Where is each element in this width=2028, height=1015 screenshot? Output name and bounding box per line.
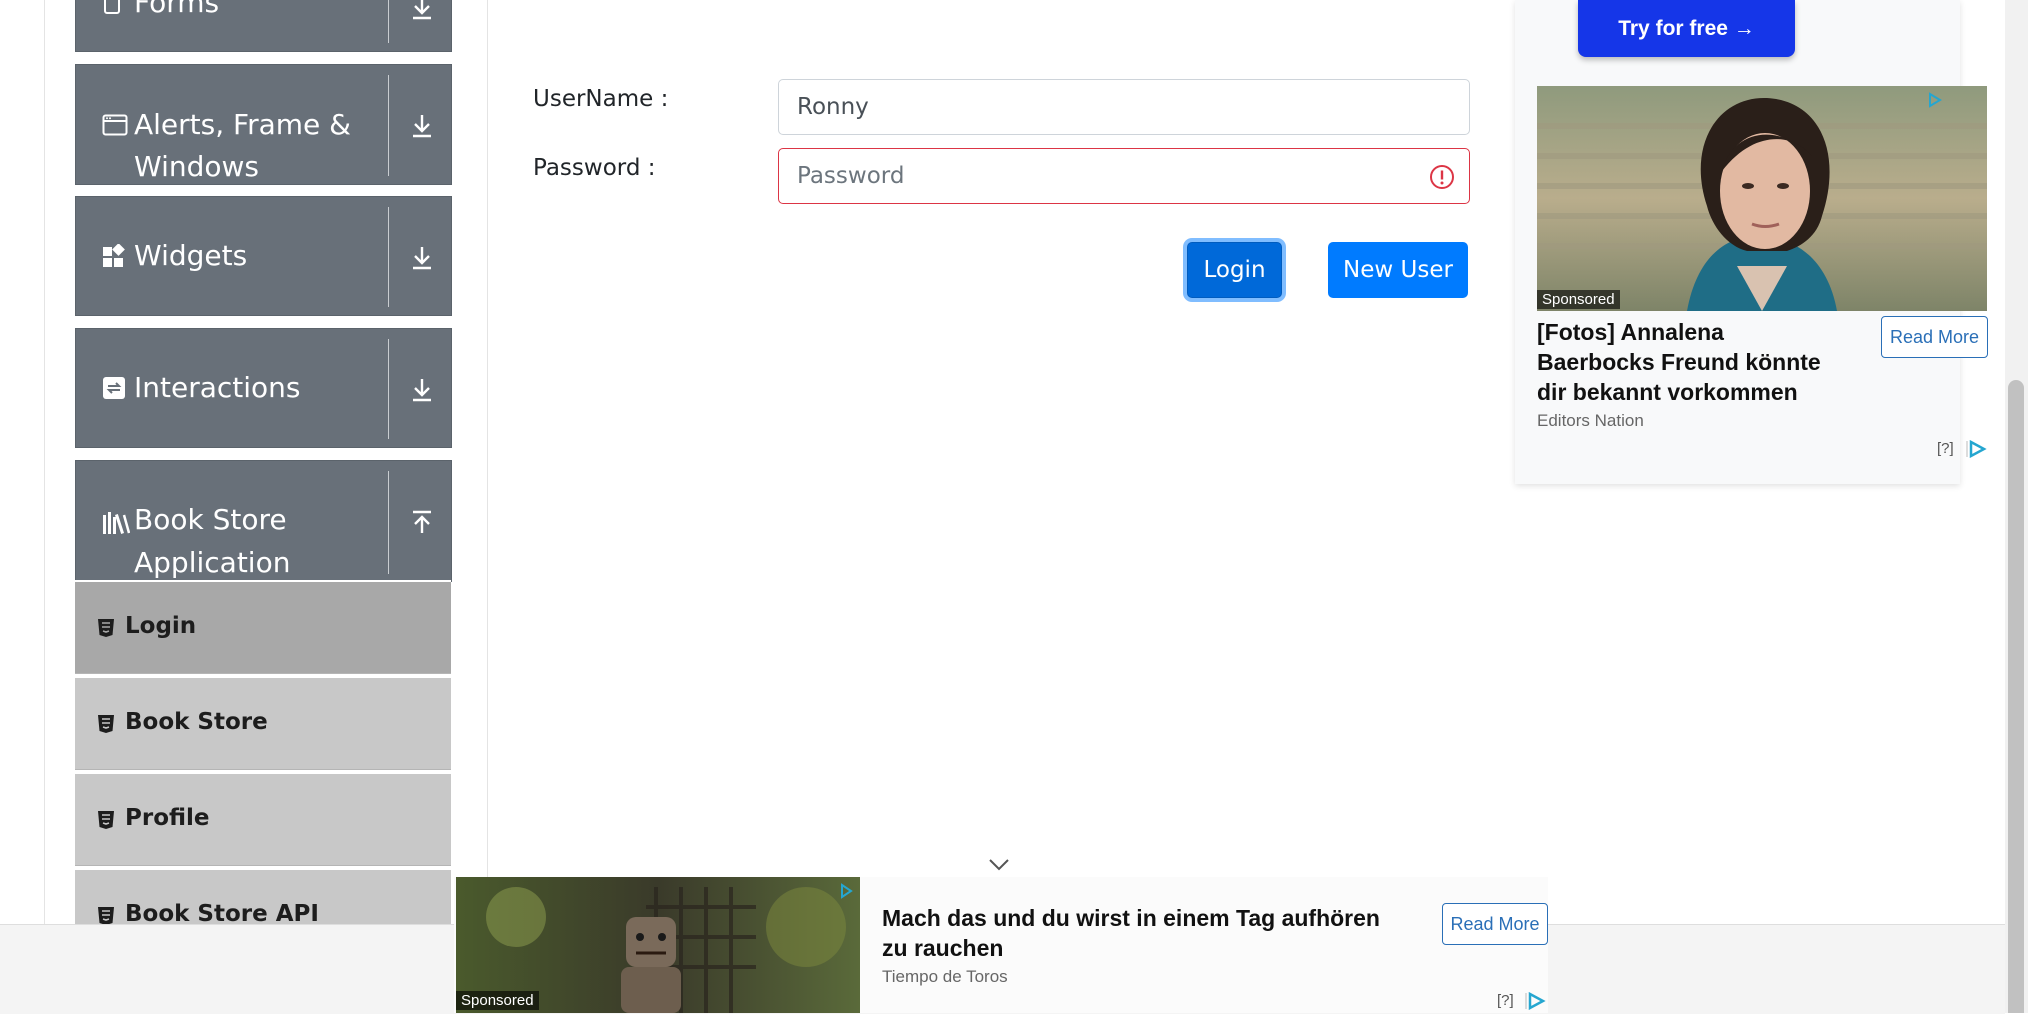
widgets-icon xyxy=(102,243,128,270)
download-arrow-icon[interactable] xyxy=(407,0,437,23)
group-title-line2: Windows xyxy=(134,150,259,183)
read-more-button[interactable]: Read More xyxy=(1881,316,1988,358)
group-divider xyxy=(388,207,389,307)
ad-info-link[interactable]: [?] xyxy=(1937,440,1954,457)
sidebar-border-right xyxy=(487,0,488,924)
group-title: Widgets xyxy=(134,239,248,272)
group-title: Interactions xyxy=(134,371,301,404)
html5-icon xyxy=(97,714,115,734)
login-button[interactable]: Login xyxy=(1187,242,1282,298)
try-for-free-button[interactable]: Try for free → xyxy=(1578,0,1795,57)
sidebar-item-login[interactable]: Login xyxy=(75,580,451,674)
group-divider xyxy=(388,339,389,439)
username-label: UserName : xyxy=(533,86,669,112)
form-icon xyxy=(102,0,128,19)
html5-icon xyxy=(97,810,115,830)
sponsored-tag: Sponsored xyxy=(456,991,539,1010)
sidebar-item-label: Book Store xyxy=(125,709,268,735)
bottom-read-more-button[interactable]: Read More xyxy=(1442,903,1548,945)
download-arrow-icon[interactable] xyxy=(407,375,437,405)
download-arrow-icon[interactable] xyxy=(407,243,437,273)
bottom-ad-title-line2[interactable]: zu rauchen xyxy=(882,933,1003,963)
sponsored-tag: Sponsored xyxy=(1537,290,1620,309)
sidebar-group-alerts-frame-windows[interactable]: Alerts, Frame & Windows xyxy=(75,64,452,185)
bottom-ad-info-link[interactable]: [?] xyxy=(1497,992,1514,1009)
ad-title-line1[interactable]: [Fotos] Annalena xyxy=(1537,317,1724,347)
window-icon xyxy=(102,113,128,139)
ad-source: Editors Nation xyxy=(1537,411,1644,430)
ad-title-line2[interactable]: Baerbocks Freund könnte xyxy=(1537,347,1821,377)
sidebar-group-forms[interactable]: Forms xyxy=(75,0,452,52)
html5-icon xyxy=(97,906,115,926)
interactions-icon xyxy=(102,376,128,402)
password-input[interactable] xyxy=(778,148,1470,204)
sidebar-group-widgets[interactable]: Widgets xyxy=(75,196,452,316)
upload-arrow-icon[interactable] xyxy=(407,507,437,537)
ad-photo[interactable] xyxy=(1537,86,1987,311)
ad-title-line3[interactable]: dir bekannt vorkommen xyxy=(1537,377,1798,407)
bottom-ad-source: Tiempo de Toros xyxy=(882,967,1008,986)
sidebar-item-label: Login xyxy=(125,613,197,639)
group-divider xyxy=(388,75,389,176)
scrollbar-thumb[interactable] xyxy=(2008,380,2024,1013)
bottom-ad-title-line1[interactable]: Mach das und du wirst in einem Tag aufhö… xyxy=(882,903,1380,933)
group-title-line1: Book Store xyxy=(134,503,287,536)
invalid-warning-icon xyxy=(1429,164,1455,190)
sidebar-item-profile[interactable]: Profile xyxy=(75,772,451,866)
username-input[interactable] xyxy=(778,79,1470,135)
sidebar-item-book-store[interactable]: Book Store xyxy=(75,676,451,770)
books-icon xyxy=(102,511,131,537)
group-title: Forms xyxy=(134,0,220,19)
sidebar-group-book-store-application[interactable]: Book Store Application xyxy=(75,460,452,582)
group-title-line1: Alerts, Frame & xyxy=(134,108,352,141)
page-border-left xyxy=(44,0,45,924)
password-label: Password : xyxy=(533,155,656,181)
download-arrow-icon[interactable] xyxy=(407,111,437,141)
sidebar-item-label: Profile xyxy=(125,805,210,831)
bottom-adchoices-icon[interactable] xyxy=(1524,991,1546,1015)
group-divider xyxy=(388,471,389,574)
adchoices-icon[interactable] xyxy=(1965,439,1987,463)
new-user-button[interactable]: New User xyxy=(1328,242,1468,298)
sidebar-group-interactions[interactable]: Interactions xyxy=(75,328,452,448)
group-title-line2: Application xyxy=(134,546,291,579)
group-divider xyxy=(388,0,389,43)
chevron-down-icon[interactable] xyxy=(988,858,1010,877)
html5-icon xyxy=(97,618,115,638)
